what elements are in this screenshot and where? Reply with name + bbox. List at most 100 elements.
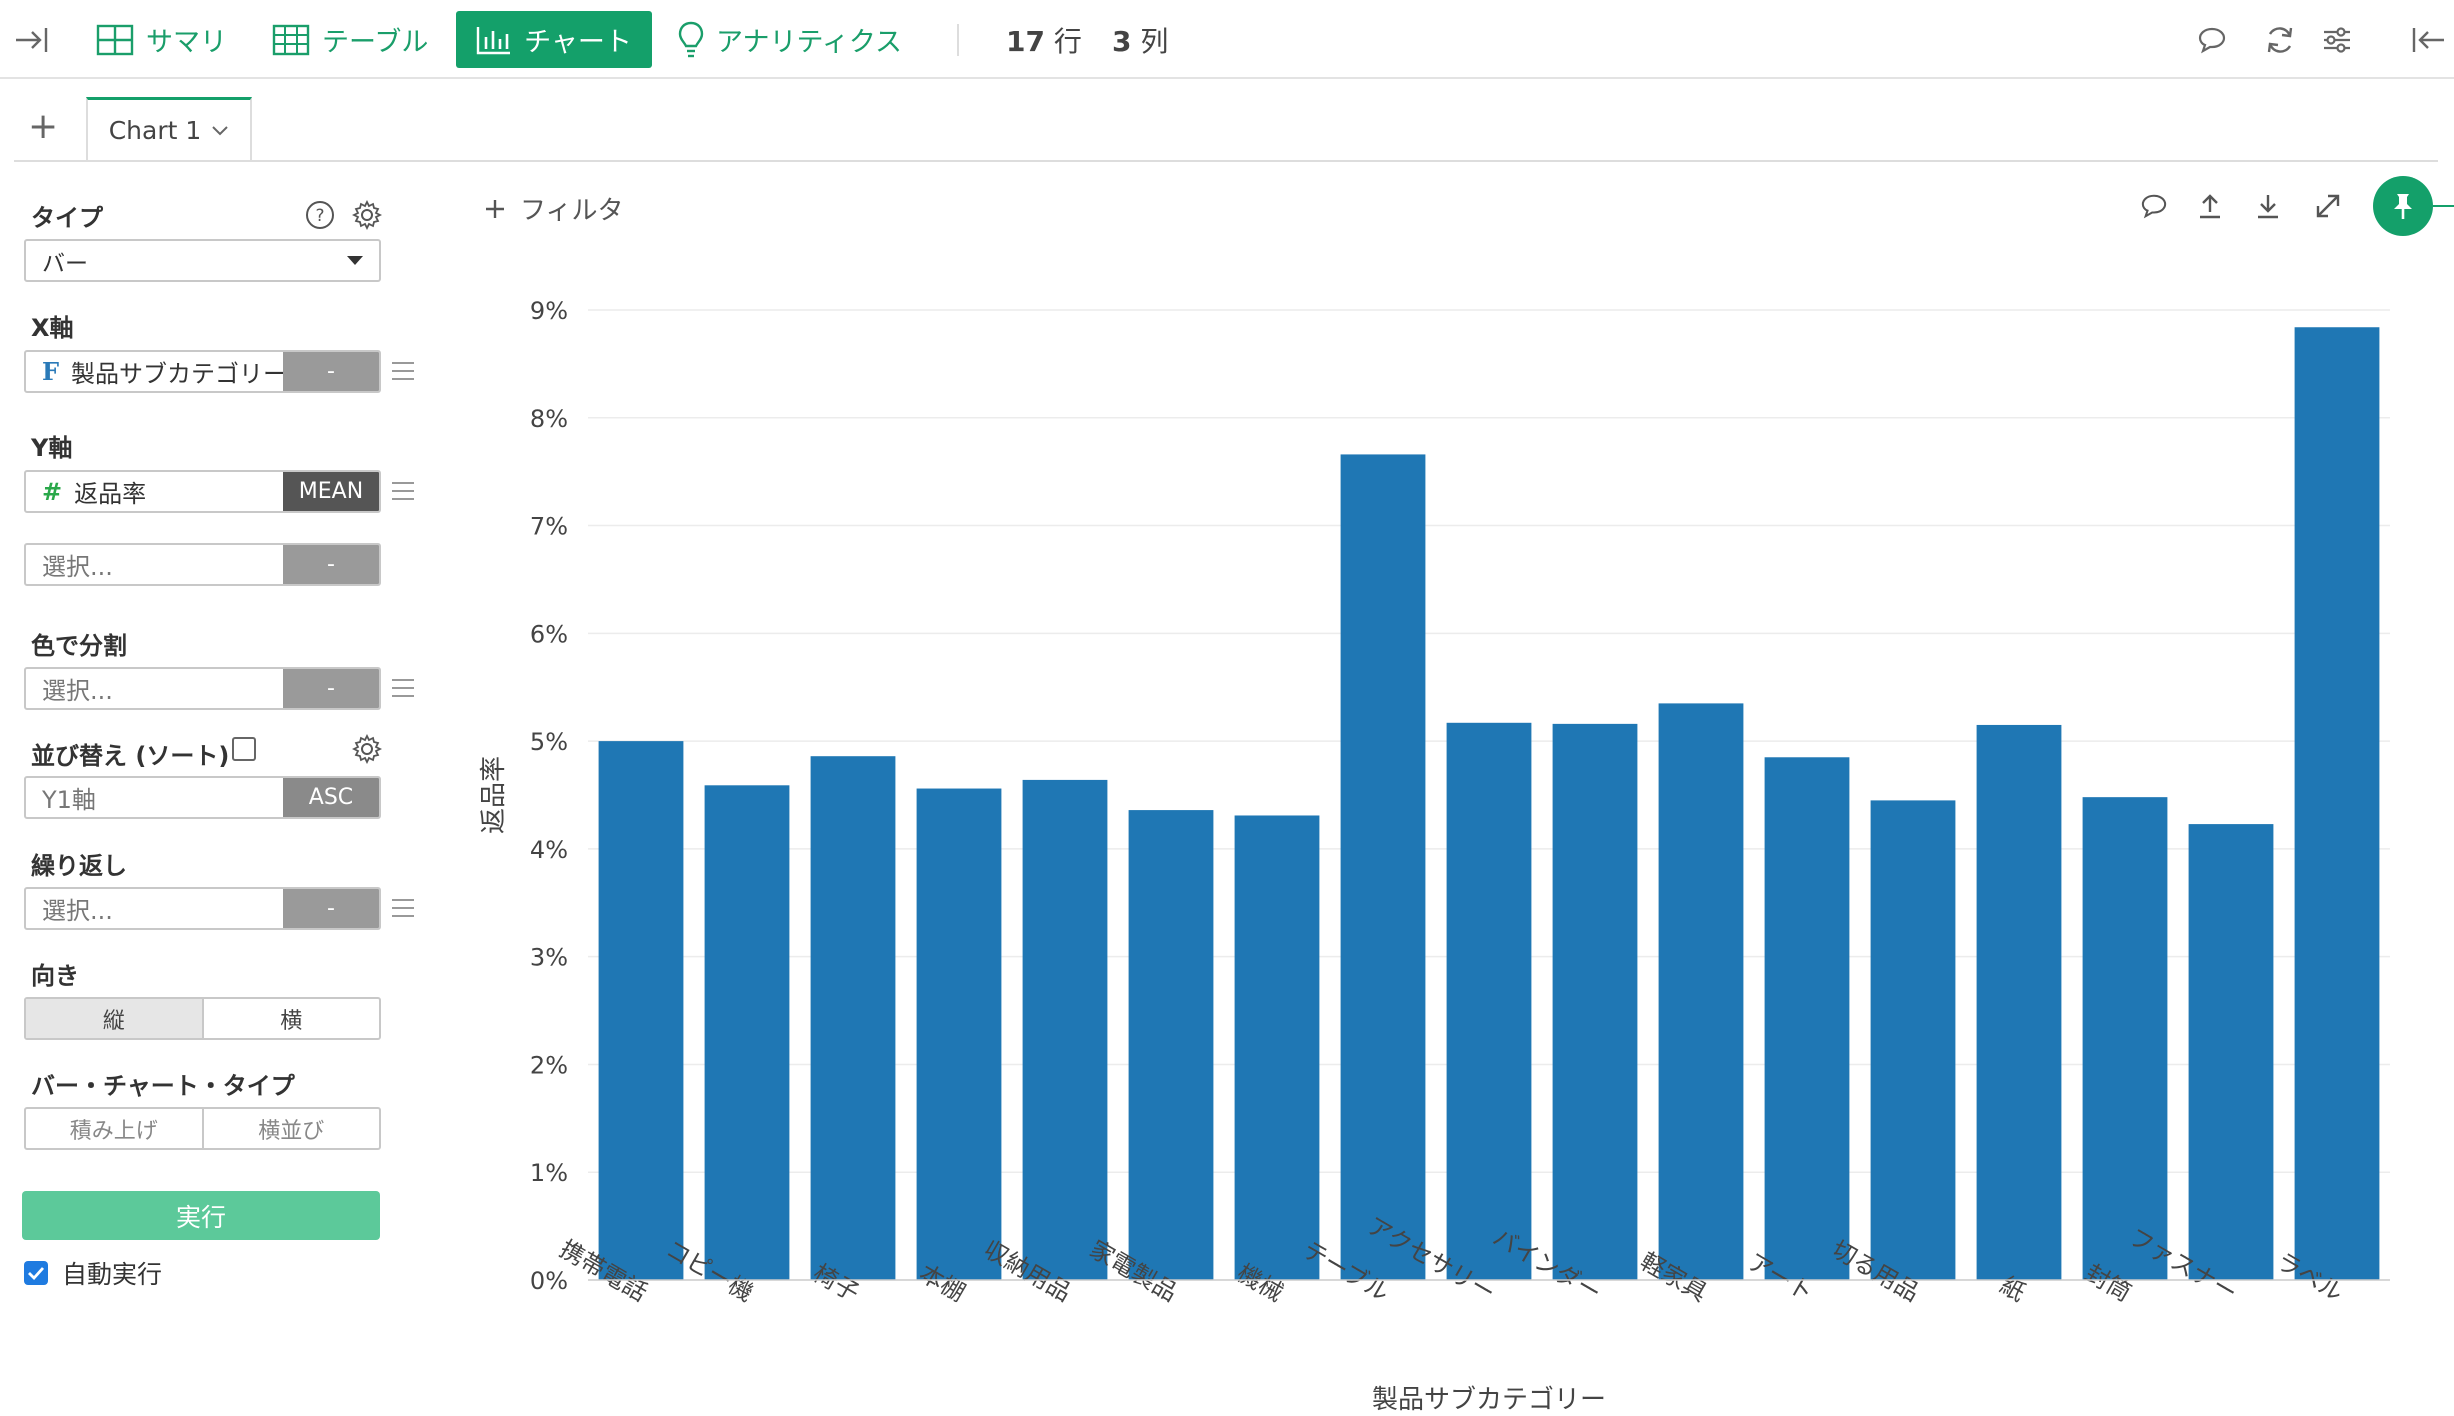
sort-gear-icon[interactable] (352, 734, 382, 764)
summary-tab-button[interactable]: サマリ (82, 11, 241, 68)
filter-label: フィルタ (520, 196, 624, 226)
repeat-aggregate-button[interactable]: - (283, 889, 379, 928)
color-split-aggregate-button[interactable]: - (283, 669, 379, 708)
y-axis-menu-icon[interactable] (392, 482, 414, 500)
tab-chart-1[interactable]: Chart 1 (86, 97, 252, 161)
bar[interactable] (1446, 722, 1532, 1280)
bar[interactable] (2294, 327, 2380, 1280)
analytics-tab-button[interactable]: アナリティクス (664, 11, 916, 68)
y-tick-label: 2% (530, 1051, 568, 1079)
settings-sliders-icon[interactable] (2317, 20, 2357, 60)
x-axis-value: 製品サブカテゴリー (71, 360, 283, 388)
bar[interactable] (1870, 800, 1956, 1280)
y-tick-label: 7% (530, 513, 568, 541)
sort-order-button[interactable]: ASC (283, 778, 379, 817)
bar[interactable] (1128, 810, 1214, 1280)
y-tick-label: 1% (530, 1159, 568, 1187)
y-tick-label: 0% (530, 1267, 568, 1295)
caret-down-icon (347, 255, 363, 265)
color-split-placeholder: 選択... (42, 677, 113, 705)
plus-icon (486, 199, 504, 218)
bar[interactable] (2082, 797, 2168, 1280)
y2-axis-aggregate-button[interactable]: - (283, 545, 379, 584)
bar[interactable] (704, 785, 790, 1280)
pin-icon (2394, 194, 2412, 219)
bar[interactable] (598, 741, 684, 1280)
orientation-label: 向き (31, 962, 79, 990)
bar[interactable] (1976, 724, 2062, 1280)
repeat-label: 繰り返し (31, 852, 127, 880)
add-chart-button[interactable]: + (28, 109, 58, 145)
y-axis-value: 返品率 (74, 480, 147, 508)
bar[interactable] (1022, 779, 1108, 1280)
y-axis-title: 返品率 (479, 756, 509, 834)
repeat-menu-icon[interactable] (392, 899, 414, 917)
x-axis-title: 製品サブカテゴリー (1372, 1385, 1606, 1415)
chart-bars (598, 327, 2380, 1280)
chart-comment-icon[interactable] (2136, 188, 2172, 224)
collapse-left-icon[interactable] (2408, 20, 2448, 60)
expand-icon[interactable] (2310, 188, 2346, 224)
type-label: タイプ (31, 204, 103, 232)
bar[interactable] (1234, 815, 1320, 1280)
pin-button[interactable] (2373, 176, 2433, 236)
comment-icon[interactable] (2192, 20, 2232, 60)
bar[interactable] (916, 788, 1002, 1280)
bar-type-stacked-button[interactable]: 積み上げ (26, 1109, 202, 1148)
x-axis-aggregate-button[interactable]: - (283, 352, 379, 391)
color-split-field[interactable]: 選択... - (24, 667, 381, 710)
chart-type-select[interactable]: バー (24, 239, 381, 282)
column-count-value: 3 (1112, 25, 1132, 58)
collapse-right-icon[interactable] (12, 20, 52, 60)
y2-axis-field[interactable]: 選択... - (24, 543, 381, 586)
sort-label: 並び替え (ソート) (31, 742, 230, 770)
summary-label: サマリ (146, 27, 227, 58)
pin-connector (2433, 205, 2454, 207)
bar[interactable] (810, 756, 896, 1280)
x-axis-menu-icon[interactable] (392, 362, 414, 380)
bar[interactable] (1552, 723, 1638, 1280)
sort-field[interactable]: Y1軸 ASC (24, 776, 381, 819)
y-tick-label: 3% (530, 944, 568, 972)
add-filter-button[interactable]: フィルタ (484, 190, 623, 227)
sort-checkbox[interactable] (232, 737, 256, 761)
run-button[interactable]: 実行 (22, 1191, 380, 1240)
chart-type-value: バー (42, 250, 88, 277)
table-icon (272, 24, 310, 55)
column-count-unit: 列 (1140, 25, 1169, 58)
repeat-field[interactable]: 選択... - (24, 887, 381, 930)
x-axis-field[interactable]: F 製品サブカテゴリー - (24, 350, 381, 393)
y-axis-aggregate-button[interactable]: MEAN (283, 472, 379, 511)
orientation-vertical-button[interactable]: 縦 (26, 999, 202, 1038)
column-count: 3 列 (1112, 20, 1168, 60)
auto-run-option: 自動実行 (24, 1255, 162, 1291)
row-count-unit: 行 (1053, 25, 1082, 58)
gear-icon[interactable] (352, 200, 382, 230)
bar-chart-type-label: バー・チャート・タイプ (31, 1072, 295, 1100)
bar[interactable] (1340, 454, 1426, 1280)
auto-run-checkbox[interactable] (24, 1261, 48, 1285)
top-toolbar: サマリ テーブル チャート アナリティクス 17 行 3 列 (0, 0, 2454, 79)
table-tab-button[interactable]: テーブル (258, 11, 442, 68)
color-split-menu-icon[interactable] (392, 679, 414, 697)
help-icon[interactable]: ? (305, 200, 335, 230)
toolbar-divider (957, 24, 959, 56)
x-axis-label: X軸 (31, 314, 74, 342)
sort-placeholder: Y1軸 (42, 786, 96, 814)
upload-icon[interactable] (2192, 188, 2228, 224)
bar[interactable] (2188, 824, 2274, 1280)
refresh-icon[interactable] (2260, 20, 2300, 60)
chevron-down-icon (212, 125, 228, 135)
bar-type-side-by-side-button[interactable]: 横並び (201, 1109, 380, 1148)
row-count: 17 行 (1006, 20, 1082, 60)
grid-icon (96, 24, 134, 55)
chart-label: チャート (524, 27, 632, 58)
download-icon[interactable] (2250, 188, 2286, 224)
svg-text:?: ? (315, 206, 324, 226)
y-axis-field[interactable]: # 返品率 MEAN (24, 470, 381, 513)
lightbulb-icon (678, 21, 704, 57)
orientation-horizontal-button[interactable]: 横 (201, 999, 380, 1038)
bar[interactable] (1764, 757, 1850, 1280)
chart-tab-button[interactable]: チャート (456, 11, 652, 68)
bar[interactable] (1658, 703, 1744, 1280)
